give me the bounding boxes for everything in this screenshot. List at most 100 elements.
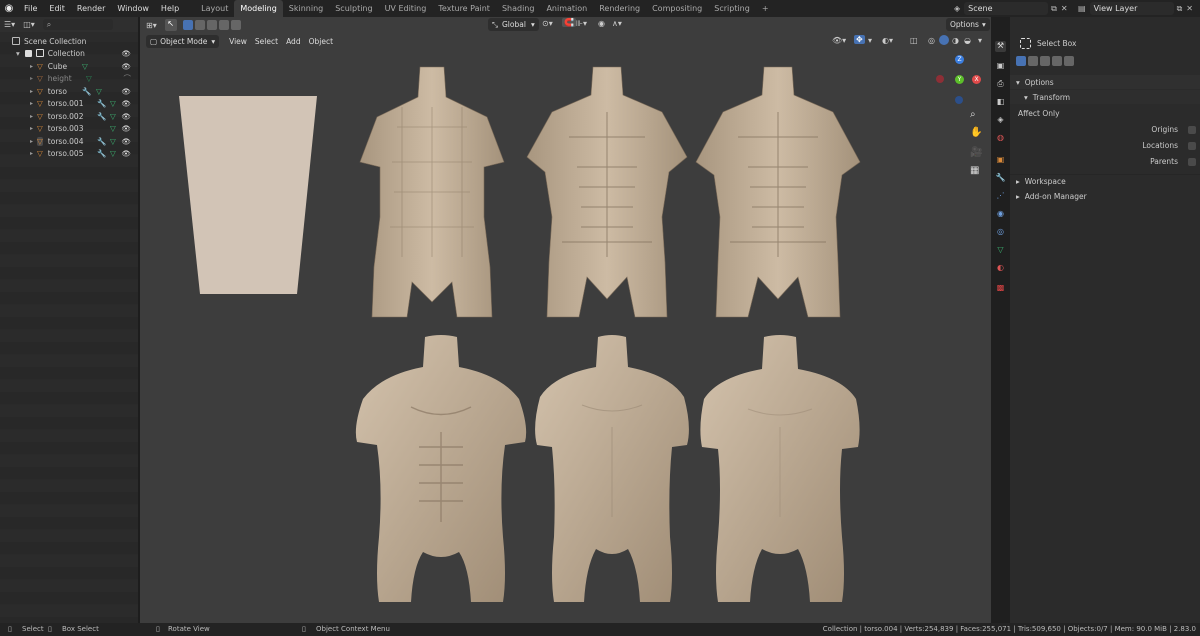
eye-icon[interactable]: 👁 [121,137,131,146]
tab-layout[interactable]: Layout [195,0,234,17]
expand-arrow-icon[interactable]: ▸ [30,138,33,145]
modifier-tab-icon[interactable]: 🔧 [995,173,1006,184]
material-tab-icon[interactable]: ◐ [995,263,1006,274]
delete-scene-icon[interactable]: ✕ [1061,4,1068,13]
select-mode-extend-icon[interactable] [1028,56,1038,66]
copy-view-layer-icon[interactable]: ⧉ [1177,4,1183,14]
torso-lowpoly-1[interactable] [359,66,505,318]
particles-tab-icon[interactable]: ⋰ [995,191,1006,202]
mesh-data-icon[interactable]: ▽ [110,112,116,121]
menu-render[interactable]: Render [71,0,111,17]
tab-sculpting[interactable]: Sculpting [329,0,378,17]
pan-hand-icon[interactable]: ✋ [970,127,982,138]
torso-smooth-3[interactable] [700,335,860,602]
eye-hidden-icon[interactable]: ⌒ [124,73,132,84]
modifier-wrench-icon[interactable]: 🔧 [97,149,106,158]
tab-shading[interactable]: Shading [496,0,541,17]
display-mode-icon[interactable]: ◫▾ [23,20,35,29]
menu-help[interactable]: Help [155,0,185,17]
checkbox-icon[interactable] [24,49,32,57]
eye-icon[interactable]: 👁 [121,62,131,71]
camera-icon[interactable]: 🎥 [970,147,982,158]
tab-rendering[interactable]: Rendering [593,0,646,17]
scene-icon[interactable]: ◈ [954,4,960,13]
select-mode-subtract-icon[interactable] [1040,56,1050,66]
eye-icon[interactable]: 👁 [121,49,131,58]
tab-uv-editing[interactable]: UV Editing [379,0,433,17]
view-layer-field[interactable]: View Layer [1089,2,1174,15]
blender-logo-icon[interactable]: ◉ [0,3,18,14]
mesh-data-icon[interactable]: ▽ [110,137,116,146]
addon-panel-header[interactable]: ▸ Add-on Manager [1010,189,1200,203]
torso-smooth-2[interactable] [535,335,689,602]
list-item[interactable]: ▸ ▽ torso.005 🔧 ▽ 👁 [0,148,138,161]
menu-edit[interactable]: Edit [43,0,71,17]
list-item[interactable]: ▸ ▽ torso.002 🔧 ▽ 👁 [0,110,138,123]
mesh-data-icon[interactable]: ▽ [96,87,102,96]
eye-icon[interactable]: 👁 [121,99,131,108]
list-item[interactable]: ▸ ▽ torso.004 🔧 ▽ 👁 [0,135,138,148]
mesh-data-icon[interactable]: ▽ [110,149,116,158]
list-item[interactable]: ▸ ▽ Cube ▽ 👁 [0,60,138,73]
modifier-wrench-icon[interactable]: 🔧 [97,99,106,108]
delete-view-layer-icon[interactable]: ✕ [1186,4,1193,13]
select-mode-new-icon[interactable] [1016,56,1026,66]
expand-arrow-icon[interactable]: ▸ [30,88,33,95]
cube-object[interactable] [179,96,317,294]
collapse-arrow-icon[interactable]: ▾ [16,49,20,58]
zoom-icon[interactable]: ⌕ [970,109,976,120]
torso-lowpoly-3[interactable] [695,66,861,318]
tab-skinning[interactable]: Skinning [283,0,329,17]
tab-compositing[interactable]: Compositing [646,0,708,17]
tab-modeling[interactable]: Modeling [234,0,283,17]
gizmo-neg-x-axis[interactable] [936,75,944,83]
physics-tab-icon[interactable]: ◉ [995,209,1006,220]
origins-row[interactable]: Origins [1010,125,1200,137]
select-box-icon[interactable] [1020,37,1031,49]
eye-icon[interactable]: 👁 [121,149,131,158]
mesh-data-icon[interactable]: ▽ [110,124,116,133]
editor-type-icon[interactable]: ☰▾ [4,20,15,29]
mesh-data-icon[interactable]: ▽ [86,74,92,83]
torso-smooth-1[interactable] [355,335,527,602]
eye-icon[interactable]: 👁 [121,112,131,121]
object-tab-icon[interactable]: ▣ [995,155,1006,166]
tab-animation[interactable]: Animation [540,0,593,17]
tab-texture-paint[interactable]: Texture Paint [432,0,496,17]
locations-checkbox[interactable] [1188,142,1196,150]
modifier-wrench-icon[interactable]: 🔧 [97,112,106,121]
mesh-data-icon[interactable]: ▽ [110,99,116,108]
gizmo-x-axis[interactable]: X [972,75,981,84]
navigation-gizmo[interactable]: Z Y X [935,55,981,104]
menu-file[interactable]: File [18,0,43,17]
expand-arrow-icon[interactable]: ▸ [30,150,33,157]
locations-row[interactable]: Locations [1010,141,1200,153]
expand-arrow-icon[interactable]: ▸ [30,125,33,132]
grid-perspective-icon[interactable]: ▦ [970,165,979,176]
parents-checkbox[interactable] [1188,158,1196,166]
view-layer-tab-icon[interactable]: ◧ [995,97,1006,108]
eye-icon[interactable]: 👁 [121,124,131,133]
select-mode-intersect-icon[interactable] [1064,56,1074,66]
gizmo-y-axis[interactable]: Y [955,75,964,84]
options-panel-header[interactable]: ▾ Options [1010,75,1200,89]
torso-lowpoly-2[interactable] [526,66,688,318]
outliner-search-input[interactable]: ⌕ [42,19,113,30]
view-layer-icon[interactable]: ▤ [1078,4,1086,13]
list-item[interactable]: ▸ ▽ torso.001 🔧 ▽ 👁 [0,98,138,111]
constraints-tab-icon[interactable]: ◎ [995,227,1006,238]
modifier-wrench-icon[interactable]: 🔧 [82,87,91,96]
expand-arrow-icon[interactable]: ▸ [30,75,33,82]
list-item[interactable]: ▸ ▽ height ▽ ⌒ [0,73,138,86]
collection-row[interactable]: ▾ Collection 👁 [0,47,138,60]
select-mode-difference-icon[interactable] [1052,56,1062,66]
output-tab-icon[interactable]: ⎙ [995,79,1006,90]
parents-row[interactable]: Parents [1010,157,1200,169]
expand-arrow-icon[interactable]: ▸ [30,100,33,107]
copy-scene-icon[interactable]: ⧉ [1051,4,1057,14]
scene-tab-icon[interactable]: ◈ [995,115,1006,126]
list-item[interactable]: ▸ ▽ torso 🔧 ▽ 👁 [0,85,138,98]
transform-subpanel-header[interactable]: ▾ Transform [1010,90,1200,104]
world-tab-icon[interactable]: ◍ [995,133,1006,144]
tab-scripting[interactable]: Scripting [708,0,756,17]
